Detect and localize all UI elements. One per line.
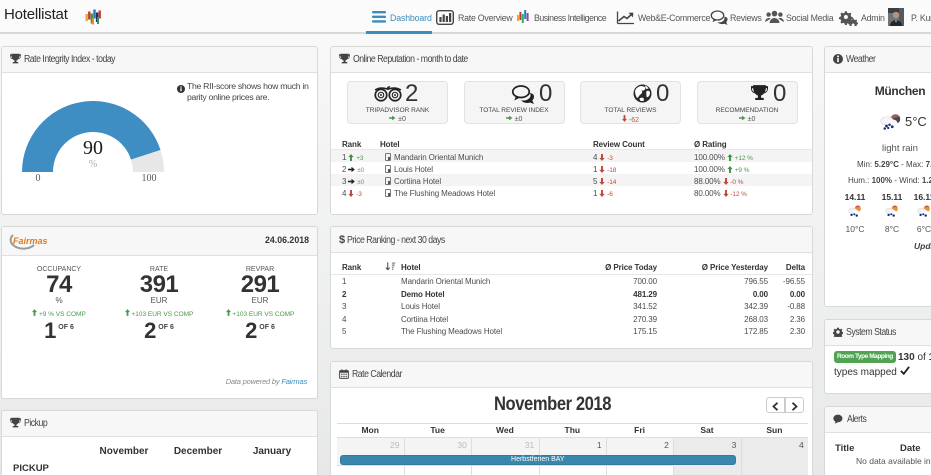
svg-text:Fairmas: Fairmas: [13, 236, 48, 246]
